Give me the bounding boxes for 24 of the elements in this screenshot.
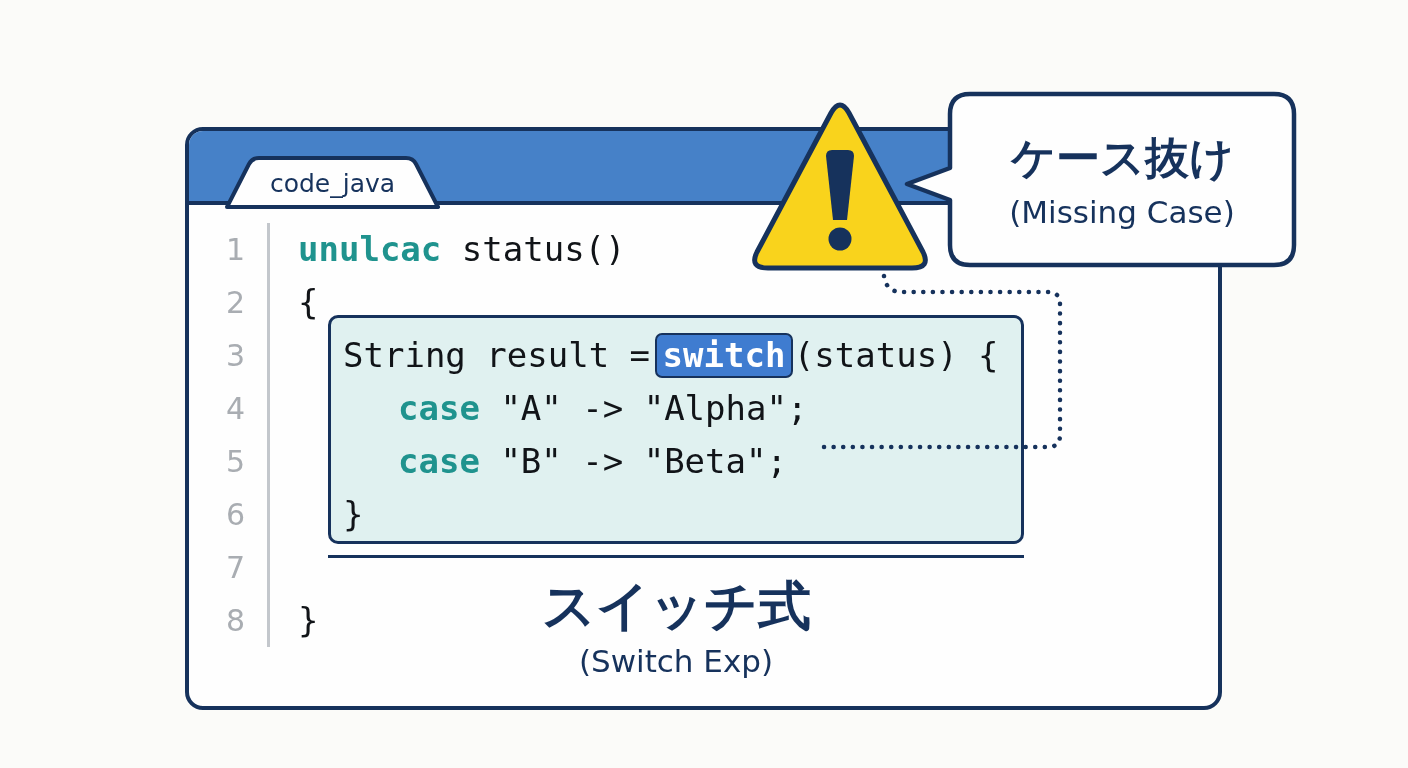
caption-title: スイッチ式 [541, 577, 811, 635]
code-text: } [343, 494, 364, 534]
code-keyword: case [398, 441, 480, 481]
line-number: 7 [189, 541, 270, 594]
line-number: 5 [189, 435, 270, 488]
code-text: (status) { [793, 335, 999, 375]
line-number: 3 [189, 329, 270, 382]
code-text: } [298, 600, 319, 640]
line-number: 4 [189, 382, 270, 435]
highlighted-keyword: switch [654, 333, 794, 378]
code-keyword: case [398, 388, 480, 428]
line-number: 8 [189, 594, 270, 647]
code-keyword: unulcac [298, 229, 442, 269]
callout-subtitle: (Missing Case) [1009, 194, 1235, 231]
caption-subtitle: (Switch Exp) [578, 643, 774, 680]
code-text: "B" -> "Beta"; [500, 441, 787, 481]
line-number: 1 [189, 223, 270, 276]
code-text: { [298, 282, 319, 322]
callout-title: ケース抜け [1010, 133, 1234, 183]
code-text: "A" -> "Alpha"; [500, 388, 808, 428]
line-number: 2 [189, 276, 270, 329]
line-number: 6 [189, 488, 270, 541]
code-text: String result = [343, 335, 651, 375]
code-text: status() [461, 229, 626, 269]
